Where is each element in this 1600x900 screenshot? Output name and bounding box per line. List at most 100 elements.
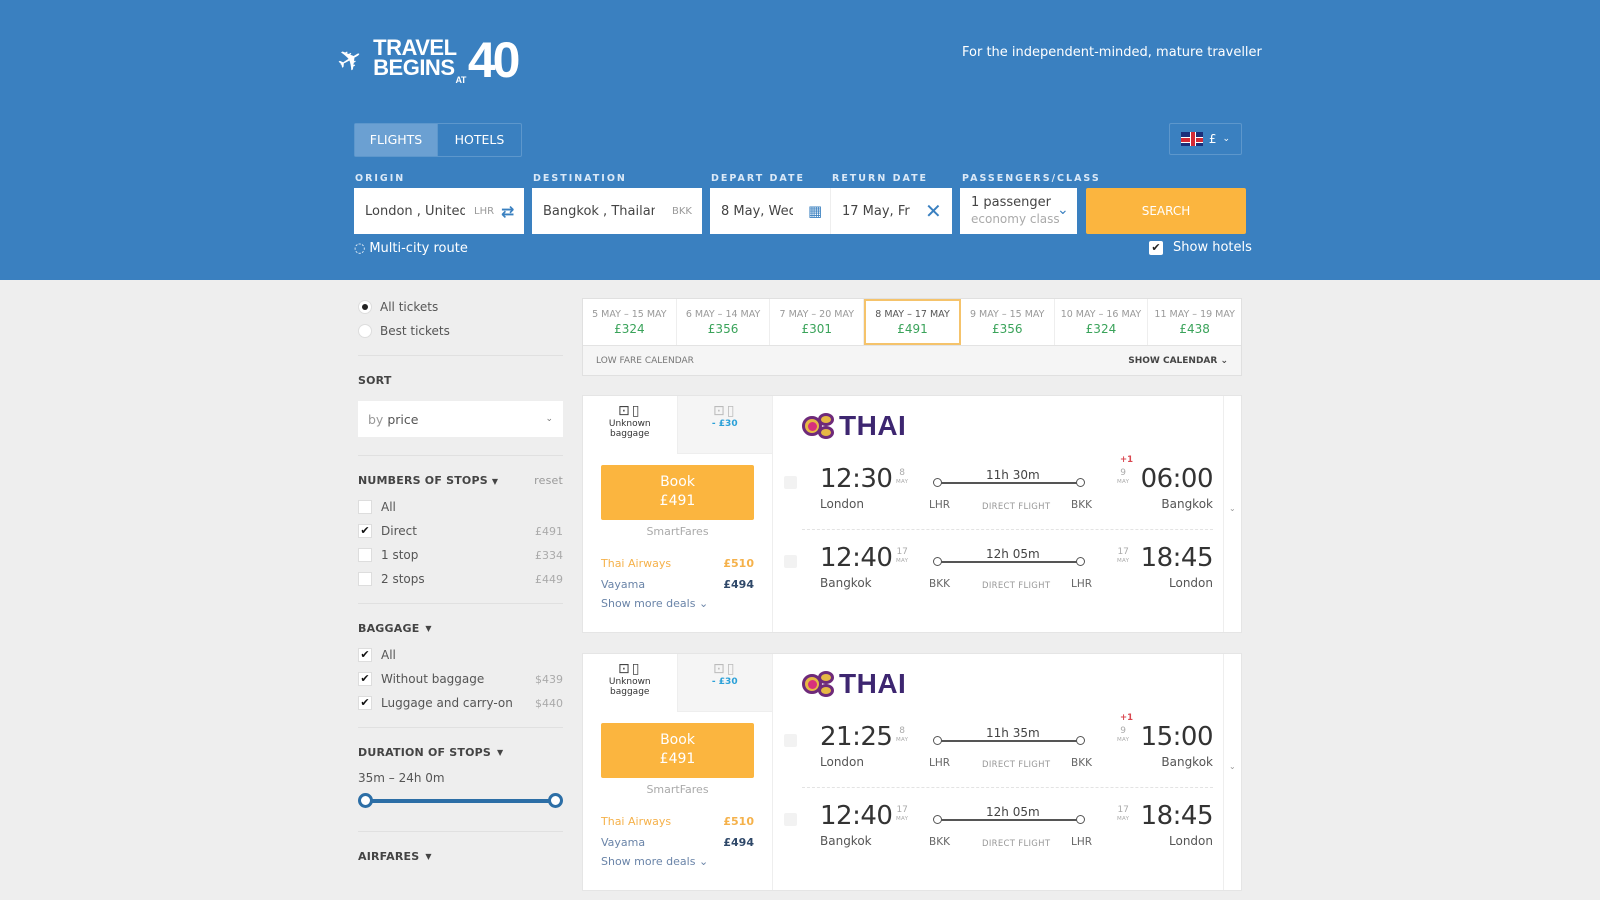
locale-selector[interactable]: £ ⌄ [1169, 123, 1242, 155]
leg-select-checkbox[interactable] [784, 813, 797, 826]
show-more-deals-link[interactable]: Show more deals ⌄ [601, 855, 754, 868]
deal-row[interactable]: Thai Airways £510 [601, 811, 754, 832]
multi-city-link[interactable]: ◌ Multi-city route [354, 241, 468, 256]
depart-date-field[interactable]: 8 May, Wed ▦ [710, 188, 831, 234]
tab-hotels[interactable]: HOTELS [438, 124, 521, 156]
show-calendar-link[interactable]: SHOW CALENDAR ⌄ [1128, 356, 1228, 366]
deal-price: £494 [723, 836, 754, 849]
date-option[interactable]: 11 MAY – 19 MAY £438 [1148, 299, 1241, 345]
origin-value: London , United [365, 203, 465, 219]
arrival-day: 9 [1120, 468, 1127, 478]
book-button[interactable]: Book £491 [601, 465, 754, 520]
tab-flights[interactable]: FLIGHTS [355, 124, 438, 156]
radio-best-tickets[interactable]: Best tickets [358, 319, 563, 343]
duration-slider[interactable] [358, 793, 563, 809]
destination-code: BKK [672, 205, 692, 217]
checkbox[interactable]: ✔ [358, 524, 372, 538]
deal-price: £510 [723, 557, 754, 570]
deal-row[interactable]: Vayama £494 [601, 832, 754, 853]
baggage-tab-alt[interactable]: ⊡▯ - £30 [676, 396, 772, 454]
logo[interactable]: ✈ TRAVEL BEGINSAT 40 [331, 35, 521, 85]
date-option[interactable]: 5 MAY – 15 MAY £324 [583, 299, 677, 345]
slider-max-handle[interactable] [548, 793, 563, 808]
leg-select-checkbox[interactable] [784, 555, 797, 568]
baggage-discount: - £30 [711, 419, 738, 429]
reset-link[interactable]: reset [534, 474, 563, 487]
arrival-day: 9 [1120, 726, 1127, 736]
origin-code: LHR [474, 205, 495, 217]
date-option[interactable]: 6 MAY – 14 MAY £356 [677, 299, 771, 345]
date-option[interactable]: 8 MAY – 17 MAY £491 [864, 299, 961, 345]
date-option[interactable]: 10 MAY – 16 MAY £324 [1055, 299, 1149, 345]
flight-leg[interactable]: 12:40 17 MAY Bangkok 12h 05m BKK LHR DIRECT FLI… [774, 801, 1223, 861]
baggage-option-luggage[interactable]: ✔ Luggage and carry-on $440 [358, 691, 563, 715]
show-hotels-checkbox[interactable]: ✔ [1149, 240, 1163, 255]
stops-title[interactable]: NUMBERS OF STOPS ▼ reset [358, 474, 563, 487]
deal-row[interactable]: Vayama £494 [601, 574, 754, 595]
leg-select-checkbox[interactable] [784, 476, 797, 489]
radio-button[interactable] [358, 300, 372, 314]
show-more-deals-link[interactable]: Show more deals ⌄ [601, 597, 754, 610]
arrival-airport-code: BKK [1071, 499, 1092, 511]
stops-option-1-stop[interactable]: 1 stop £334 [358, 543, 563, 567]
passengers-field[interactable]: 1 passenger economy class ⌄ [960, 188, 1077, 234]
checkbox[interactable] [358, 500, 372, 514]
route-line [937, 482, 1080, 484]
leg-select-checkbox[interactable] [784, 734, 797, 747]
arrival-airport-code: LHR [1071, 836, 1093, 848]
swap-icon[interactable]: ⇄ [501, 202, 514, 221]
calendar-icon[interactable]: ▦ [808, 202, 822, 220]
radio-all-tickets[interactable]: All tickets [358, 295, 563, 319]
checkbox[interactable]: ✔ [358, 648, 372, 662]
arrival-city: London [1169, 576, 1213, 590]
baggage-tab-alt[interactable]: ⊡▯ - £30 [676, 654, 772, 712]
stops-option-all[interactable]: All [358, 495, 563, 519]
departure-month: MAY [896, 479, 909, 485]
departure-date: 8 MAY [896, 469, 908, 487]
depart-date-value: 8 May, Wed [721, 203, 793, 219]
checkbox[interactable] [358, 572, 372, 586]
date-range: 6 MAY – 14 MAY [685, 309, 761, 320]
stops-option-direct[interactable]: ✔ Direct £491 [358, 519, 563, 543]
search-button[interactable]: SEARCH [1086, 188, 1246, 234]
baggage-tab-unknown[interactable]: ⊡▯ Unknown baggage [583, 654, 677, 712]
clear-return-icon[interactable]: ✕ [925, 199, 942, 223]
airfares-title[interactable]: AIRFARES ▼ [358, 850, 563, 863]
flight-leg[interactable]: 21:25 8 MAY London 11h 35m LHR BKK DIRECT FLIGH… [774, 713, 1223, 782]
departure-date: 17 MAY [896, 806, 908, 824]
baggage-title[interactable]: BAGGAGE ▼ [358, 622, 563, 635]
departure-day: 17 [896, 805, 908, 815]
deal-row[interactable]: Thai Airways £510 [601, 553, 754, 574]
departure-date: 17 MAY [896, 548, 908, 566]
checkbox[interactable] [358, 548, 372, 562]
duration-title[interactable]: DURATION OF STOPS ▼ [358, 746, 563, 759]
radio-button[interactable] [358, 324, 372, 338]
checkbox[interactable]: ✔ [358, 696, 372, 710]
destination-field[interactable]: Bangkok , Thailand BKK [532, 188, 702, 234]
checkbox[interactable]: ✔ [358, 672, 372, 686]
date-option[interactable]: 7 MAY – 20 MAY £301 [770, 299, 865, 345]
return-date-value: 17 May, Fri [842, 203, 910, 219]
flight-leg[interactable]: 12:30 8 MAY London 11h 30m LHR BKK DIRECT FLIGH… [774, 455, 1223, 524]
slider-track [364, 799, 557, 803]
passengers-label: PASSENGERS/CLASS [962, 173, 1101, 184]
search-tabs: FLIGHTS HOTELS [354, 123, 522, 157]
expand-details-toggle[interactable]: ⌄ [1223, 396, 1241, 632]
stops-option-2-stops[interactable]: 2 stops £449 [358, 567, 563, 591]
book-button[interactable]: Book £491 [601, 723, 754, 778]
baggage-option-without[interactable]: ✔ Without baggage $439 [358, 667, 563, 691]
origin-field[interactable]: London , United LHR ⇄ [354, 188, 524, 234]
sort-select[interactable]: by price ⌄ [358, 401, 563, 437]
show-hotels-toggle[interactable]: ✔ Show hotels [1149, 240, 1252, 255]
slider-min-handle[interactable] [358, 793, 373, 808]
baggage-label: Unknown [608, 677, 651, 687]
origin-label: ORIGIN [355, 173, 406, 184]
date-price: £438 [1179, 322, 1210, 336]
return-date-field[interactable]: 17 May, Fri ✕ [831, 188, 952, 234]
date-option[interactable]: 9 MAY – 15 MAY £356 [961, 299, 1055, 345]
expand-details-toggle[interactable]: ⌄ [1223, 654, 1241, 890]
flight-leg[interactable]: 12:40 17 MAY Bangkok 12h 05m BKK LHR DIRECT FLI… [774, 543, 1223, 603]
baggage-tab-unknown[interactable]: ⊡▯ Unknown baggage [583, 396, 677, 454]
passenger-class: economy class [971, 212, 1060, 226]
baggage-option-all[interactable]: ✔ All [358, 643, 563, 667]
